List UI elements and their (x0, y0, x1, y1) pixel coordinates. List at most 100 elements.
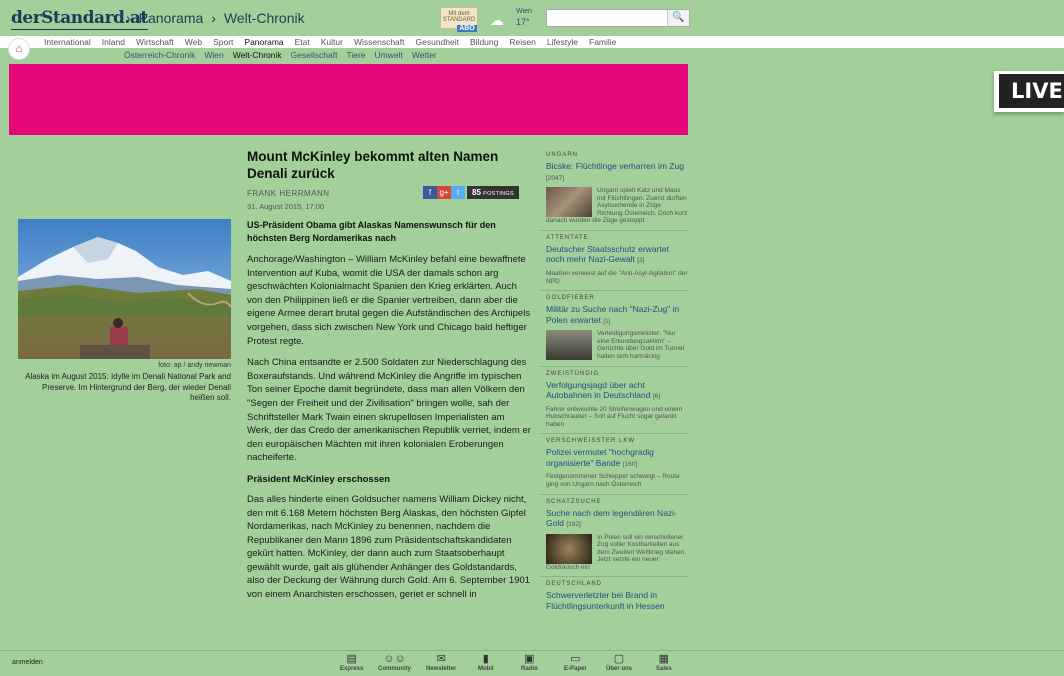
sidebar-thumbnail[interactable] (546, 330, 592, 361)
share-bar: f g+ t 85 POSTINGS (423, 186, 519, 204)
sidebar-headline-link[interactable]: Deutscher Staatsschutz erwartet noch meh… (546, 244, 688, 267)
sidebar-posting-count: [192] (566, 521, 581, 528)
newsletter-icon: ✉ (436, 653, 446, 665)
footer-epaper[interactable]: ▭ E-Paper (564, 653, 587, 672)
nav-item-gesundheit[interactable]: Gesundheit (416, 37, 459, 47)
nav-item-international[interactable]: International (44, 37, 91, 47)
subnav-item-gesellschaft[interactable]: Gesellschaft (291, 50, 338, 60)
sidebar-headline-link[interactable]: Verfolgungsjagd über acht Autobahnen in … (546, 380, 688, 403)
article-lead: US-Präsident Obama gibt Alaskas Namenswu… (247, 220, 496, 243)
postings-count: 85 (472, 188, 481, 197)
sidebar-headline-link[interactable]: Polizei vermutet "hochgradig organisiert… (546, 447, 688, 470)
weather-city: Wien (516, 8, 532, 15)
googleplus-icon[interactable]: g+ (437, 186, 451, 199)
article-photo[interactable] (18, 219, 231, 359)
sidebar-headline-link[interactable]: Militär zu Suche nach "Nazi-Zug" in Pole… (546, 304, 688, 327)
subnav-item-oesterreich-chronik[interactable]: Österreich-Chronik (124, 50, 195, 60)
subnav-item-umwelt[interactable]: Umwelt (375, 50, 403, 60)
abo-small-label: Mit dem STANDARD (442, 11, 476, 23)
nav-item-reisen[interactable]: Reisen (509, 37, 535, 47)
footer-item-label: Community (378, 666, 411, 672)
footer-item-label: Über uns (606, 666, 633, 672)
footer-item-label: Sales (656, 666, 672, 672)
article-paragraph: Das alles hinderte einen Goldsucher name… (247, 493, 531, 601)
sidebar-thumbnail[interactable] (546, 533, 592, 564)
login-link[interactable]: anmelden (12, 659, 43, 666)
photo-caption: Alaska im August 2015: Idylle im Denali … (25, 372, 231, 402)
breadcrumb-welt-chronik[interactable]: Welt-Chronik (224, 10, 305, 26)
sidebar-news-item[interactable]: ATTENTATE Deutscher Staatsschutz erwarte… (540, 231, 688, 292)
sidebar-posting-count: [1] (603, 317, 611, 325)
sidebar-news-item[interactable]: DEUTSCHLAND Schwerverletzter bei Brand i… (540, 577, 688, 616)
breadcrumb-separator-2: › (211, 10, 216, 26)
article-paragraph: Anchorage/Washington – William McKinley … (247, 254, 531, 347)
sidebar-news-item[interactable]: UNGARN Bicske: Flüchtlinge verharren im … (540, 148, 688, 231)
sidebar-teaser: Fahrer entwischte 20 Streifenwagen und e… (546, 405, 683, 428)
sidebar-kicker: ZWEISTÜNDIG (546, 370, 599, 377)
live-badge[interactable]: LIVE (994, 71, 1064, 112)
twitter-icon[interactable]: t (451, 186, 465, 199)
nav-item-sport[interactable]: Sport (213, 37, 233, 47)
footer-express[interactable]: ▤ Express (340, 653, 363, 672)
nav-item-inland[interactable]: Inland (102, 37, 125, 47)
photo-credit: foto: ap / andy newman (158, 362, 231, 369)
breadcrumb: › Panorama › Welt-Chronik (122, 10, 309, 26)
sidebar-thumbnail[interactable] (546, 187, 592, 217)
sidebar-headline-link[interactable]: Schwerverletzter bei Brand in Flüchtling… (546, 590, 688, 611)
sidebar-posting-count: [160] (622, 460, 638, 468)
footer-mobil[interactable]: ▮ Mobil (478, 653, 494, 672)
footer-radio[interactable]: ▣ Radio (521, 653, 538, 672)
sidebar-teaser: Maaßen verweist auf die "Anti-Asyl-Agita… (546, 269, 688, 285)
footer-item-label: E-Paper (564, 666, 587, 672)
facebook-icon[interactable]: f (423, 186, 437, 199)
sidebar-headline: Deutscher Staatsschutz erwartet noch meh… (546, 243, 669, 265)
nav-item-panorama[interactable]: Panorama (244, 37, 283, 47)
sidebar-news-item[interactable]: SCHATZSUCHE Suche nach dem legendären Na… (540, 495, 688, 578)
nav-item-wissenschaft[interactable]: Wissenschaft (354, 37, 405, 47)
breadcrumb-panorama[interactable]: Panorama (139, 10, 204, 26)
bottom-bar: anmelden ▤ Express ☺☺ Community ✉ Newslette… (0, 650, 1064, 676)
about-icon: ▢ (613, 653, 625, 665)
footer-sales[interactable]: ▦ Sales (656, 653, 672, 672)
nav-item-web[interactable]: Web (185, 37, 202, 47)
nav-item-lifestyle[interactable]: Lifestyle (547, 37, 578, 47)
footer-newsletter[interactable]: ✉ Newsletter (426, 653, 456, 672)
nav-item-etat[interactable]: Etat (295, 37, 310, 47)
nav-item-familie[interactable]: Familie (589, 37, 616, 47)
sidebar-news-item[interactable]: GOLDFIEBER Militär zu Suche nach "Nazi-Z… (540, 291, 688, 367)
sidebar-headline-link[interactable]: Bicske: Flüchtlinge verharren im Zug [20… (546, 161, 688, 184)
footer-ueber-uns[interactable]: ▢ Über uns (606, 653, 632, 672)
article-headline: Mount McKinley bekommt alten Namen Denal… (247, 149, 499, 181)
subnav-item-wetter[interactable]: Wetter (412, 50, 437, 60)
sidebar-kicker: UNGARN (546, 152, 579, 158)
postings-button[interactable]: 85 POSTINGS (467, 186, 519, 199)
sidebar-headline: Verfolgungsjagd über acht Autobahnen in … (546, 379, 651, 401)
radio-icon: ▣ (524, 653, 535, 665)
search-button[interactable]: 🔍 (667, 10, 689, 26)
abo-label: ABO (457, 25, 477, 32)
nav-item-wirtschaft[interactable]: Wirtschaft (136, 37, 174, 47)
subnav-item-tiere[interactable]: Tiere (346, 50, 365, 60)
sidebar-kicker: VERSCHWEISSTER LKW (546, 438, 636, 445)
sidebar-news-item[interactable]: VERSCHWEISSTER LKW Polizei vermutet "hoc… (540, 434, 688, 495)
subnav-item-welt-chronik[interactable]: Welt-Chronik (233, 50, 282, 60)
mobile-icon: ▮ (482, 653, 489, 665)
sidebar-news-item[interactable]: ZWEISTÜNDIG Verfolgungsjagd über acht Au… (540, 367, 688, 435)
subnav-item-wien[interactable]: Wien (204, 50, 223, 60)
sidebar-posting-count: [3] (637, 257, 645, 265)
abo-button[interactable]: Mit dem STANDARD ABO (440, 7, 478, 32)
sales-icon: ▦ (658, 653, 670, 665)
nav-item-bildung[interactable]: Bildung (470, 37, 498, 47)
ad-banner[interactable] (9, 64, 688, 135)
cloud-icon: ☁ (490, 12, 504, 28)
article: Mount McKinley bekommt alten Namen Denal… (247, 148, 531, 602)
sidebar-headline-link[interactable]: Suche nach dem legendären Nazi-Gold [192… (546, 508, 688, 531)
weather-temp: 17° (516, 17, 530, 27)
sidebar-kicker: SCHATZSUCHE (546, 498, 602, 505)
article-subheading: Präsident McKinley erschossen (247, 473, 391, 485)
home-icon[interactable]: ⌂ (8, 38, 30, 60)
nav-item-kultur[interactable]: Kultur (321, 37, 343, 47)
footer-community[interactable]: ☺☺ Community (378, 653, 411, 672)
footer-item-label: Mobil (478, 666, 494, 672)
sidebar-posting-count: [6] (652, 393, 661, 401)
